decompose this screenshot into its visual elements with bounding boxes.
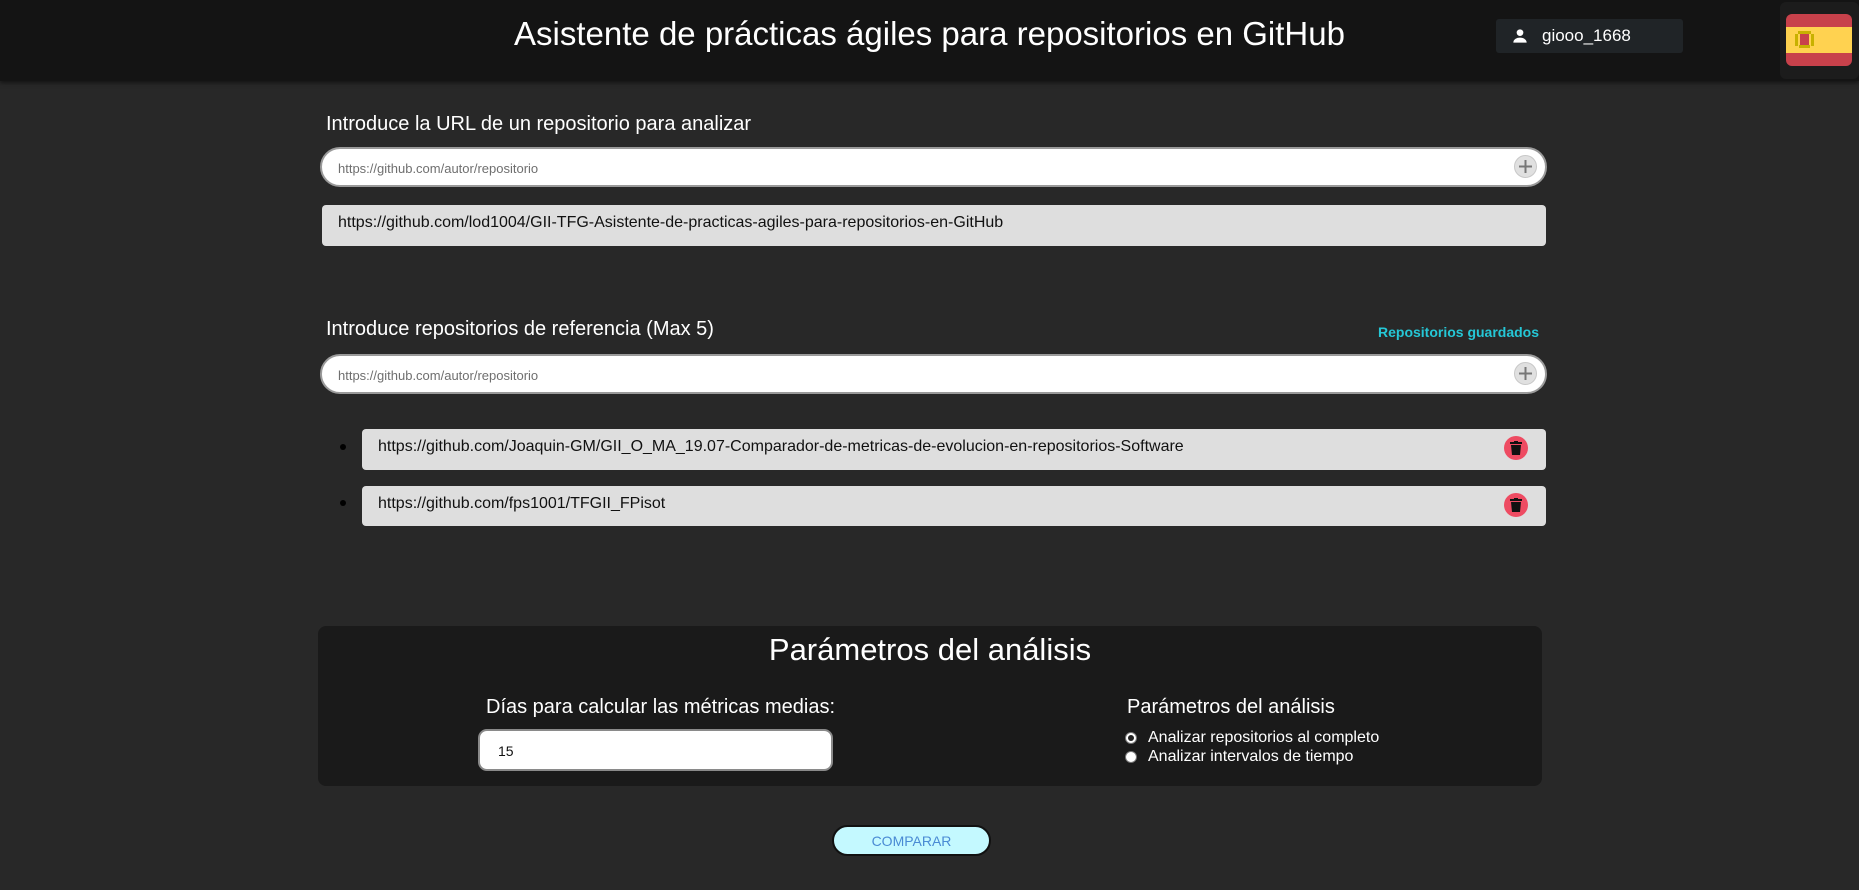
params-title: Parámetros del análisis [768,632,1092,667]
radio-label: Analizar repositorios al completo [1148,729,1380,746]
reference-repo-item: https://github.com/fps1001/TFGII_FPisot [362,486,1546,526]
analysis-params-panel: Parámetros del análisis Días para calcul… [318,626,1542,786]
plus-icon [1519,367,1532,380]
reference-repos-label: Introduce repositorios de referencia (Ma… [326,318,714,340]
add-reference-repo-button[interactable] [1514,362,1537,385]
top-bar: Asistente de prácticas ágiles para repos… [0,0,1859,81]
user-icon [1513,29,1527,43]
radio-label: Analizar intervalos de tiempo [1148,748,1354,765]
trash-icon [1510,441,1522,455]
reference-repo-url: https://github.com/fps1001/TFGII_FPisot [378,495,666,512]
language-selector[interactable] [1780,2,1859,79]
selected-main-repo-url: https://github.com/lod1004/GII-TFG-Asist… [338,214,1004,231]
reference-repo-item: https://github.com/Joaquin-GM/GII_O_MA_1… [362,429,1546,470]
main-repo-input[interactable] [336,149,1480,187]
radio-button-checked[interactable] [1125,732,1137,744]
user-menu[interactable]: giooo_1668 [1496,19,1683,53]
reference-repo-input-wrapper [320,354,1547,394]
mode-label: Parámetros del análisis [1127,696,1335,718]
main-repo-input-wrapper [320,147,1547,187]
radio-button[interactable] [1125,751,1137,763]
add-main-repo-button[interactable] [1514,155,1537,178]
list-bullet [340,444,346,450]
compare-button[interactable]: COMPARAR [832,825,991,856]
delete-reference-repo-button[interactable] [1504,436,1528,460]
days-input-wrapper [478,729,833,771]
trash-icon [1510,498,1522,512]
plus-icon [1519,160,1532,173]
delete-reference-repo-button[interactable] [1504,493,1528,517]
reference-repo-url: https://github.com/Joaquin-GM/GII_O_MA_1… [378,438,1184,455]
saved-repos-link[interactable]: Repositorios guardados [1378,324,1539,340]
username: giooo_1668 [1542,26,1631,45]
spain-flag-icon [1786,14,1852,66]
selected-main-repo: https://github.com/lod1004/GII-TFG-Asist… [322,205,1546,246]
radio-full-analysis[interactable]: Analizar repositorios al completo [1125,729,1379,747]
days-label: Días para calcular las métricas medias: [486,696,836,718]
reference-repo-input[interactable] [336,356,1480,394]
main-repo-label: Introduce la URL de un repositorio para … [326,113,752,135]
days-input[interactable] [496,731,820,771]
radio-time-intervals[interactable]: Analizar intervalos de tiempo [1125,748,1353,766]
list-bullet [340,500,346,506]
